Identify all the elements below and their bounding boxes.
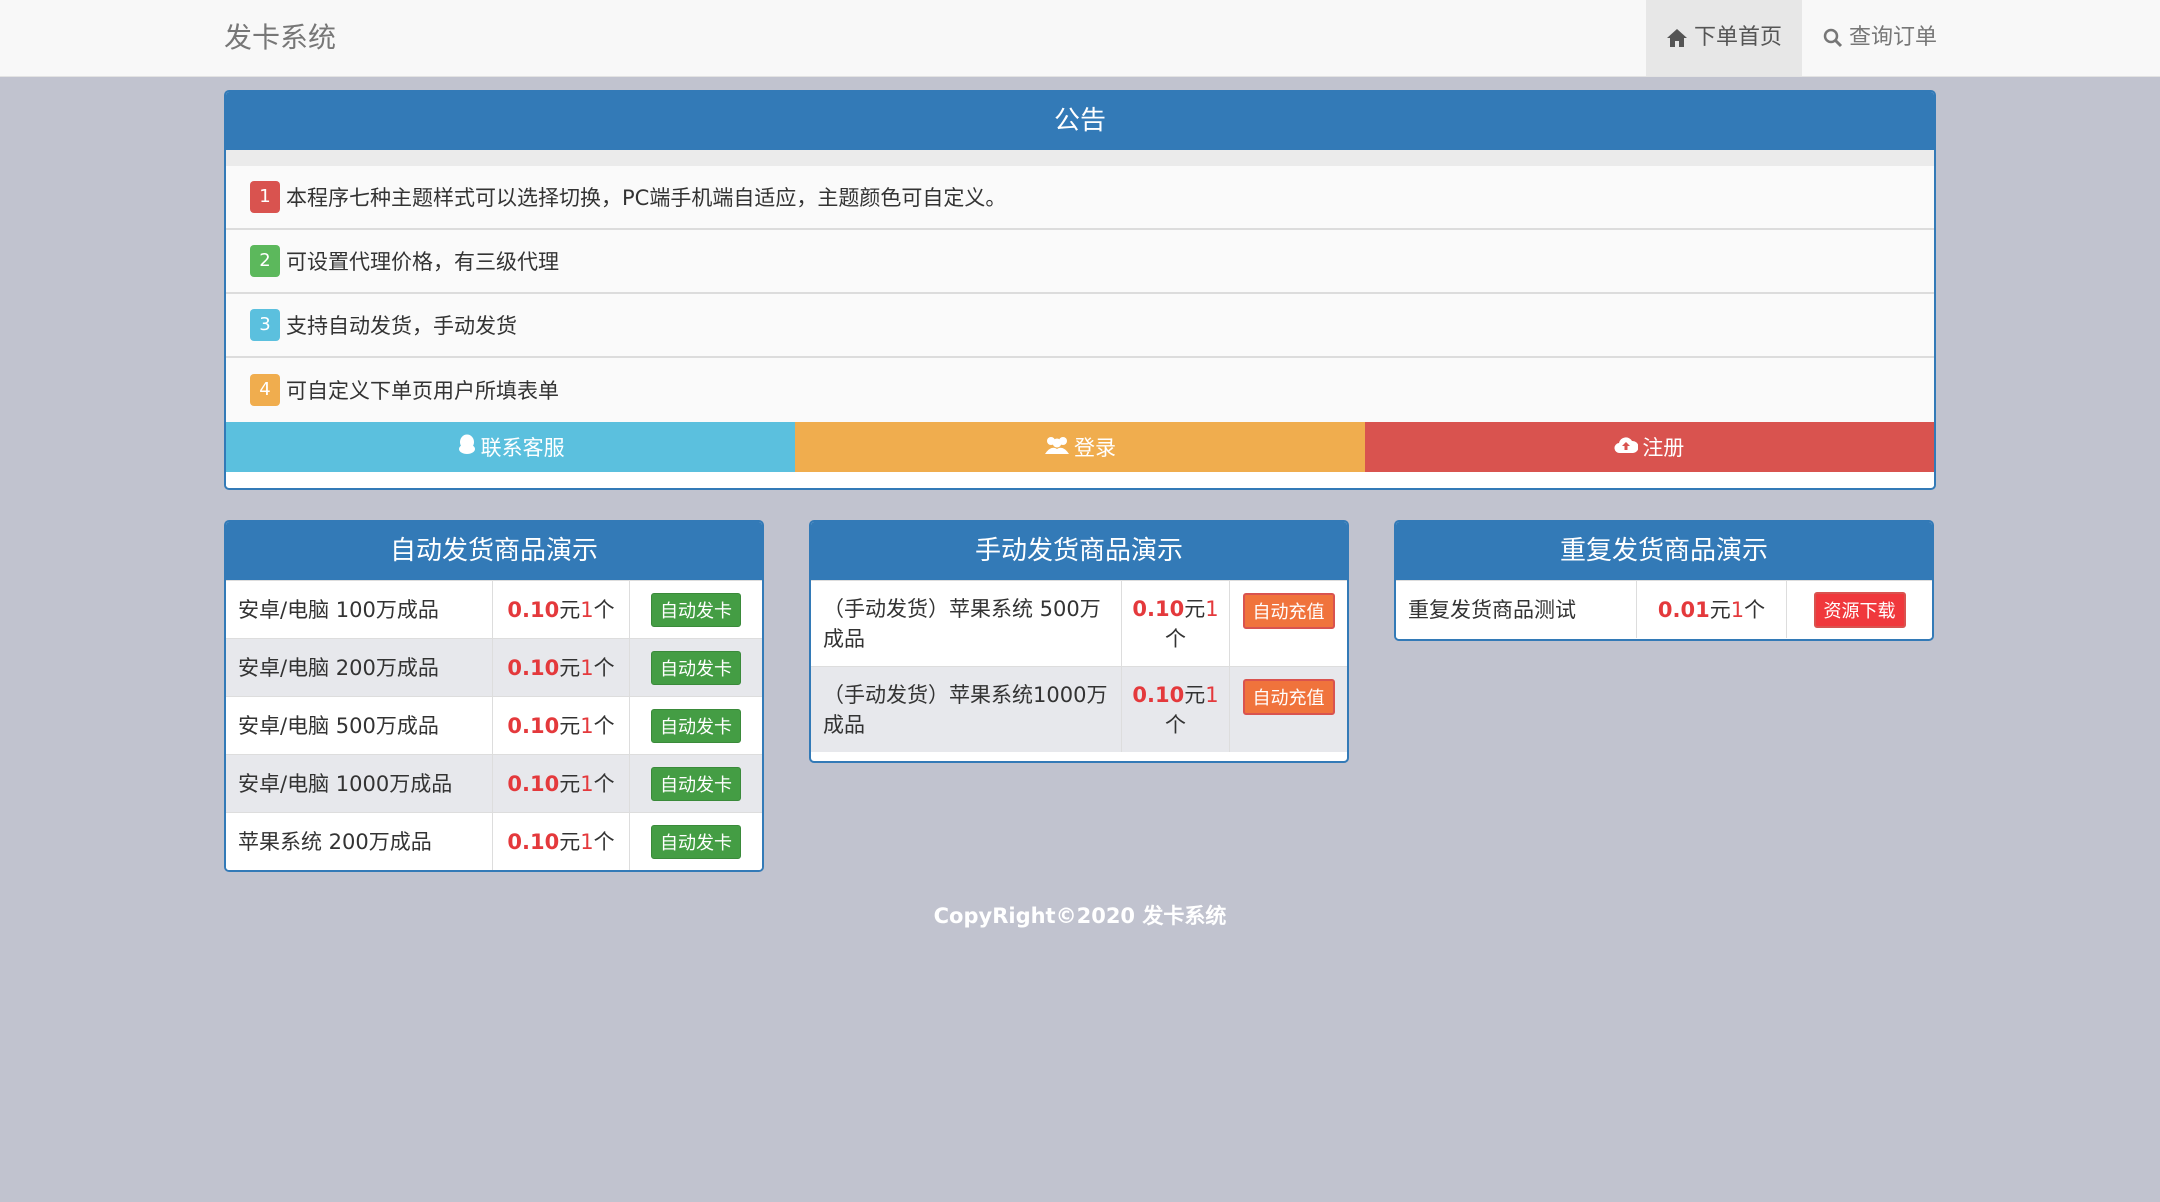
contact-service-label: 联系客服 (480, 436, 565, 460)
product-name: 安卓/电脑 100万成品 (226, 581, 493, 638)
product-name: 安卓/电脑 200万成品 (226, 639, 493, 696)
nav-query-order[interactable]: 查询订单 (1802, 0, 1958, 76)
auto-card-button[interactable]: 自动发卡 (651, 824, 741, 859)
resource-download-button[interactable]: 资源下载 (1813, 591, 1906, 628)
product-name: 重复发货商品测试 (1396, 581, 1637, 638)
product-name: 安卓/电脑 500万成品 (226, 697, 493, 754)
notice-text: 支持自动发货，手动发货 (286, 314, 517, 338)
table-row[interactable]: （手动发货）苹果系统 500万成品 0.10元1个 自动充值 (811, 580, 1347, 666)
product-price: 0.10元1个 (493, 813, 630, 870)
panel-title: 重复发货商品演示 (1396, 522, 1932, 580)
auto-recharge-button[interactable]: 自动充值 (1242, 593, 1335, 629)
product-price: 0.10元1个 (493, 697, 630, 754)
notice-item: 2 可设置代理价格，有三级代理 (226, 230, 1934, 294)
qq-icon (457, 434, 477, 461)
table-row[interactable]: 苹果系统 200万成品 0.10 元 1 个 自动发卡 (226, 812, 762, 870)
auto-delivery-panel: 自动发货商品演示 安卓/电脑 100万成品 0.10 元 1 个 自动发卡 安卓/电脑… (224, 520, 764, 872)
notice-number-badge: 1 (250, 181, 280, 213)
notice-panel: 公告 1 本程序七种主题样式可以选择切换，PC端手机端自适应，主题颜色可自定义。… (224, 90, 1936, 490)
search-icon (1823, 28, 1843, 48)
notice-text: 可设置代理价格，有三级代理 (286, 250, 559, 274)
table-row[interactable]: （手动发货）苹果系统1000万成品 0.10元1个 自动充值 (811, 666, 1347, 752)
notice-number-badge: 3 (250, 309, 280, 341)
table-row[interactable]: 安卓/电脑 200万成品 0.10 元 1 个 自动发卡 (226, 638, 762, 696)
login-label: 登录 (1073, 436, 1116, 460)
manual-delivery-panel: 手动发货商品演示 （手动发货）苹果系统 500万成品 0.10元1个 自动充值 … (809, 520, 1349, 763)
table-row[interactable]: 重复发货商品测试 0.01 元 1 个 资源下载 (1396, 580, 1932, 638)
notice-number-badge: 2 (250, 245, 280, 277)
auto-card-button[interactable]: 自动发卡 (651, 708, 741, 743)
notice-item: 4 可自定义下单页用户所填表单 (226, 358, 1934, 422)
product-price: 0.10元1个 (493, 639, 630, 696)
notice-number-badge: 4 (250, 374, 280, 406)
contact-service-button[interactable]: 联系客服 (226, 422, 796, 472)
product-price: 0.10元1个 (493, 581, 630, 638)
nav-home[interactable]: 下单首页 (1646, 0, 1802, 76)
product-name: （手动发货）苹果系统1000万成品 (811, 667, 1122, 752)
nav-query-label: 查询订单 (1848, 25, 1937, 50)
home-icon (1666, 28, 1688, 48)
table-row[interactable]: 安卓/电脑 500万成品 0.10 元 1 个 自动发卡 (226, 696, 762, 754)
notice-title: 公告 (226, 92, 1934, 150)
product-price: 0.01 元 1 个 (1637, 581, 1787, 638)
product-name: 苹果系统 200万成品 (226, 813, 493, 870)
cloud-upload-icon (1614, 435, 1639, 459)
notice-text: 本程序七种主题样式可以选择切换，PC端手机端自适应，主题颜色可自定义。 (286, 186, 1007, 210)
nav-home-label: 下单首页 (1693, 25, 1782, 50)
product-price: 0.10元1个 (493, 755, 630, 812)
notice-item: 1 本程序七种主题样式可以选择切换，PC端手机端自适应，主题颜色可自定义。 (226, 166, 1934, 230)
product-name: （手动发货）苹果系统 500万成品 (811, 581, 1122, 666)
panel-title: 手动发货商品演示 (811, 522, 1347, 580)
product-name: 安卓/电脑 1000万成品 (226, 755, 493, 812)
register-label: 注册 (1642, 436, 1685, 460)
table-row[interactable]: 安卓/电脑 1000万成品 0.10 元 1 个 自动发卡 (226, 754, 762, 812)
repeat-delivery-panel: 重复发货商品演示 重复发货商品测试 0.01 元 1 个 资源下载 (1394, 520, 1934, 641)
footer-copyright: CopyRight©2020 发卡系统 (933, 904, 1227, 928)
divider (226, 150, 1934, 166)
top-navbar: 发卡系统 下单首页 查询订单 (0, 0, 2160, 77)
auto-card-button[interactable]: 自动发卡 (651, 592, 741, 627)
product-price: 0.10元1个 (1122, 581, 1230, 666)
product-price: 0.10元1个 (1122, 667, 1230, 752)
users-icon (1044, 435, 1070, 460)
brand-title[interactable]: 发卡系统 (224, 0, 336, 76)
auto-card-button[interactable]: 自动发卡 (651, 650, 741, 685)
notice-actions: 联系客服 登录 注册 (226, 422, 1934, 472)
notice-text: 可自定义下单页用户所填表单 (286, 379, 559, 403)
auto-recharge-button[interactable]: 自动充值 (1242, 679, 1335, 715)
login-button[interactable]: 登录 (795, 422, 1365, 472)
register-button[interactable]: 注册 (1364, 422, 1934, 472)
panel-title: 自动发货商品演示 (226, 522, 762, 580)
notice-item: 3 支持自动发货，手动发货 (226, 294, 1934, 358)
auto-card-button[interactable]: 自动发卡 (651, 766, 741, 801)
table-row[interactable]: 安卓/电脑 100万成品 0.10 元 1 个 自动发卡 (226, 580, 762, 638)
